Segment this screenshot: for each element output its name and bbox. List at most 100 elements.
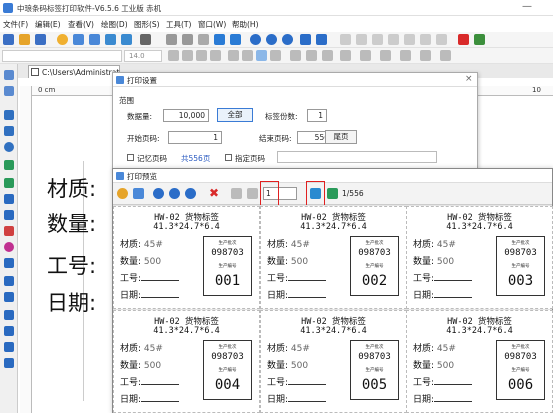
indent-icon[interactable] <box>400 50 411 61</box>
copies-input[interactable]: 1 <box>307 109 327 122</box>
curve-tool-icon[interactable] <box>4 276 14 286</box>
font-family-select[interactable] <box>2 50 122 62</box>
order-icon[interactable] <box>420 34 431 45</box>
text-tool-icon[interactable] <box>4 194 14 204</box>
table-tool-icon[interactable] <box>4 258 14 268</box>
menu-draw[interactable]: 绘图(D) <box>101 19 128 30</box>
menu-window[interactable]: 窗口(W) <box>198 19 226 30</box>
print-icon[interactable] <box>133 188 144 199</box>
text-color-icon[interactable] <box>440 50 451 61</box>
menu-view[interactable]: 查看(V) <box>68 19 94 30</box>
wrap-icon[interactable] <box>420 50 431 61</box>
canvas-qty-label[interactable]: 数量: <box>47 208 96 238</box>
zoom-fit-icon[interactable] <box>282 34 293 45</box>
start-page-input[interactable]: 1 <box>168 131 222 144</box>
justify-icon[interactable] <box>270 50 281 61</box>
ellipse-tool-icon[interactable] <box>4 142 14 152</box>
circle-tool-icon[interactable] <box>4 242 14 252</box>
line-spacing-icon[interactable] <box>380 50 391 61</box>
last-page-button[interactable]: 尾页 <box>325 130 357 144</box>
menu-shape[interactable]: 图形(S) <box>134 19 160 30</box>
database-icon[interactable] <box>105 34 116 45</box>
close-preview-icon[interactable]: ✖ <box>209 186 219 200</box>
save-icon[interactable] <box>35 34 46 45</box>
zoom-in-icon[interactable] <box>153 188 164 199</box>
font-size-select[interactable]: 14.0 <box>124 50 162 62</box>
italic-icon[interactable] <box>182 50 193 61</box>
line-tool-icon[interactable] <box>4 110 14 120</box>
pan-tool-icon[interactable] <box>4 86 14 96</box>
worker-row: 工号: <box>413 375 473 388</box>
minimize-button[interactable]: — <box>522 1 532 12</box>
print-preview-icon[interactable] <box>89 34 100 45</box>
zoom-fit-icon[interactable] <box>185 188 196 199</box>
ungroup-icon[interactable] <box>388 34 399 45</box>
all-button[interactable]: 全部 <box>217 108 253 122</box>
canvas-material-label[interactable]: 材质: <box>47 173 96 203</box>
menu-edit[interactable]: 编辑(E) <box>35 19 61 30</box>
excel-icon[interactable] <box>474 34 485 45</box>
first-page-icon[interactable] <box>231 188 242 199</box>
canvas-worker-label[interactable]: 工号: <box>47 250 96 280</box>
zoom-actual-icon[interactable] <box>316 34 327 45</box>
qty-input[interactable]: 10,000 <box>163 109 209 122</box>
underline-icon[interactable] <box>196 50 207 61</box>
menu-file[interactable]: 文件(F) <box>3 19 28 30</box>
document-tab[interactable]: C:\Users\Administrat <box>28 65 120 78</box>
prev-page-icon[interactable] <box>247 188 258 199</box>
pdf-icon[interactable] <box>458 34 469 45</box>
rectangle-tool-icon[interactable] <box>4 126 14 136</box>
align-right-icon[interactable] <box>256 50 267 61</box>
vertical-ruler <box>20 86 32 413</box>
last-page-icon[interactable] <box>327 188 338 199</box>
text-direction-icon[interactable] <box>340 50 351 61</box>
diamond-tool-icon[interactable] <box>4 342 14 352</box>
triangle-tool-icon[interactable] <box>4 326 14 336</box>
specify-page-input[interactable] <box>277 151 437 163</box>
redo-icon[interactable] <box>230 34 241 45</box>
align-left-icon[interactable] <box>228 50 239 61</box>
menu-tools[interactable]: 工具(T) <box>166 19 191 30</box>
undo-icon[interactable] <box>214 34 225 45</box>
open-icon[interactable] <box>19 34 30 45</box>
grid-icon[interactable] <box>140 34 151 45</box>
rotate-icon[interactable] <box>436 34 447 45</box>
remember-page-checkbox[interactable] <box>127 154 134 161</box>
zoom-in-icon[interactable] <box>250 34 261 45</box>
align-center-icon[interactable] <box>242 50 253 61</box>
valign-middle-icon[interactable] <box>306 50 317 61</box>
print-icon[interactable] <box>73 34 84 45</box>
data-source-icon[interactable] <box>121 34 132 45</box>
settings-icon[interactable] <box>57 34 68 45</box>
canvas-date-label[interactable]: 日期: <box>47 287 96 317</box>
spacing-icon[interactable] <box>360 50 371 61</box>
zoom-page-icon[interactable] <box>300 34 311 45</box>
qrcode-tool-icon[interactable] <box>4 178 14 188</box>
paste-icon[interactable] <box>198 34 209 45</box>
barcode-tool-icon[interactable] <box>4 160 14 170</box>
print-settings-gear-icon[interactable] <box>117 188 128 199</box>
group-icon[interactable] <box>372 34 383 45</box>
valign-top-icon[interactable] <box>290 50 301 61</box>
copy-icon[interactable] <box>182 34 193 45</box>
zoom-out-icon[interactable] <box>266 34 277 45</box>
polygon-tool-icon[interactable] <box>4 310 14 320</box>
image-tool-icon[interactable] <box>4 226 14 236</box>
strikethrough-icon[interactable] <box>210 50 221 61</box>
lock-icon[interactable] <box>404 34 415 45</box>
valign-bottom-icon[interactable] <box>322 50 333 61</box>
close-icon[interactable]: × <box>465 74 473 84</box>
align-icon[interactable] <box>340 34 351 45</box>
zoom-out-icon[interactable] <box>169 188 180 199</box>
qty-row: 数量: 500 <box>267 358 308 371</box>
new-icon[interactable] <box>3 34 14 45</box>
rich-text-tool-icon[interactable] <box>4 210 14 220</box>
specify-page-checkbox[interactable] <box>225 154 232 161</box>
parallelogram-tool-icon[interactable] <box>4 358 14 368</box>
bold-icon[interactable] <box>168 50 179 61</box>
cut-icon[interactable] <box>166 34 177 45</box>
menu-help[interactable]: 帮助(H) <box>232 19 259 30</box>
arc-tool-icon[interactable] <box>4 292 14 302</box>
distribute-icon[interactable] <box>356 34 367 45</box>
select-tool-icon[interactable] <box>4 70 14 80</box>
